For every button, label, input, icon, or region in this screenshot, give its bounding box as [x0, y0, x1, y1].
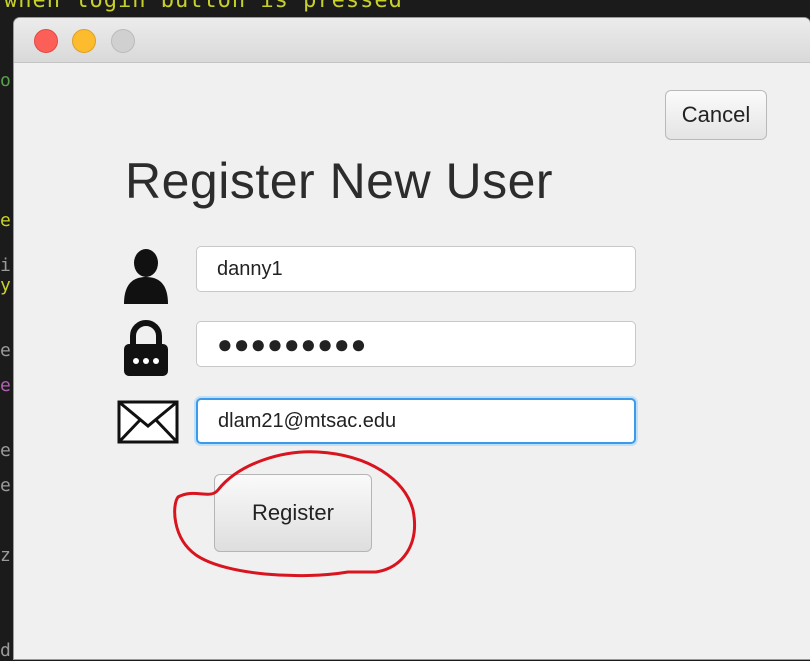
window-close-button[interactable]: [34, 29, 58, 53]
code-top-line: when login button is pressed: [4, 0, 403, 13]
username-value: danny1: [217, 257, 283, 280]
lock-icon: [116, 318, 180, 376]
password-masked-value: ●●●●●●●●●: [217, 328, 368, 359]
email-value: dlam21@mtsac.edu: [218, 409, 397, 432]
page-title: Register New User: [125, 153, 554, 209]
register-button[interactable]: Register: [214, 474, 372, 552]
window-zoom-button[interactable]: [111, 29, 135, 53]
window-minimize-button[interactable]: [72, 29, 96, 53]
cancel-button[interactable]: Cancel: [665, 90, 767, 140]
email-field[interactable]: dlam21@mtsac.edu: [196, 398, 636, 444]
window-titlebar[interactable]: [14, 18, 810, 63]
user-icon: [116, 246, 180, 304]
register-window: Cancel Register New User danny1 ●●●●●●●●…: [14, 18, 810, 659]
password-field[interactable]: ●●●●●●●●●: [196, 321, 636, 367]
username-field[interactable]: danny1: [196, 246, 636, 292]
envelope-icon: [116, 396, 180, 452]
